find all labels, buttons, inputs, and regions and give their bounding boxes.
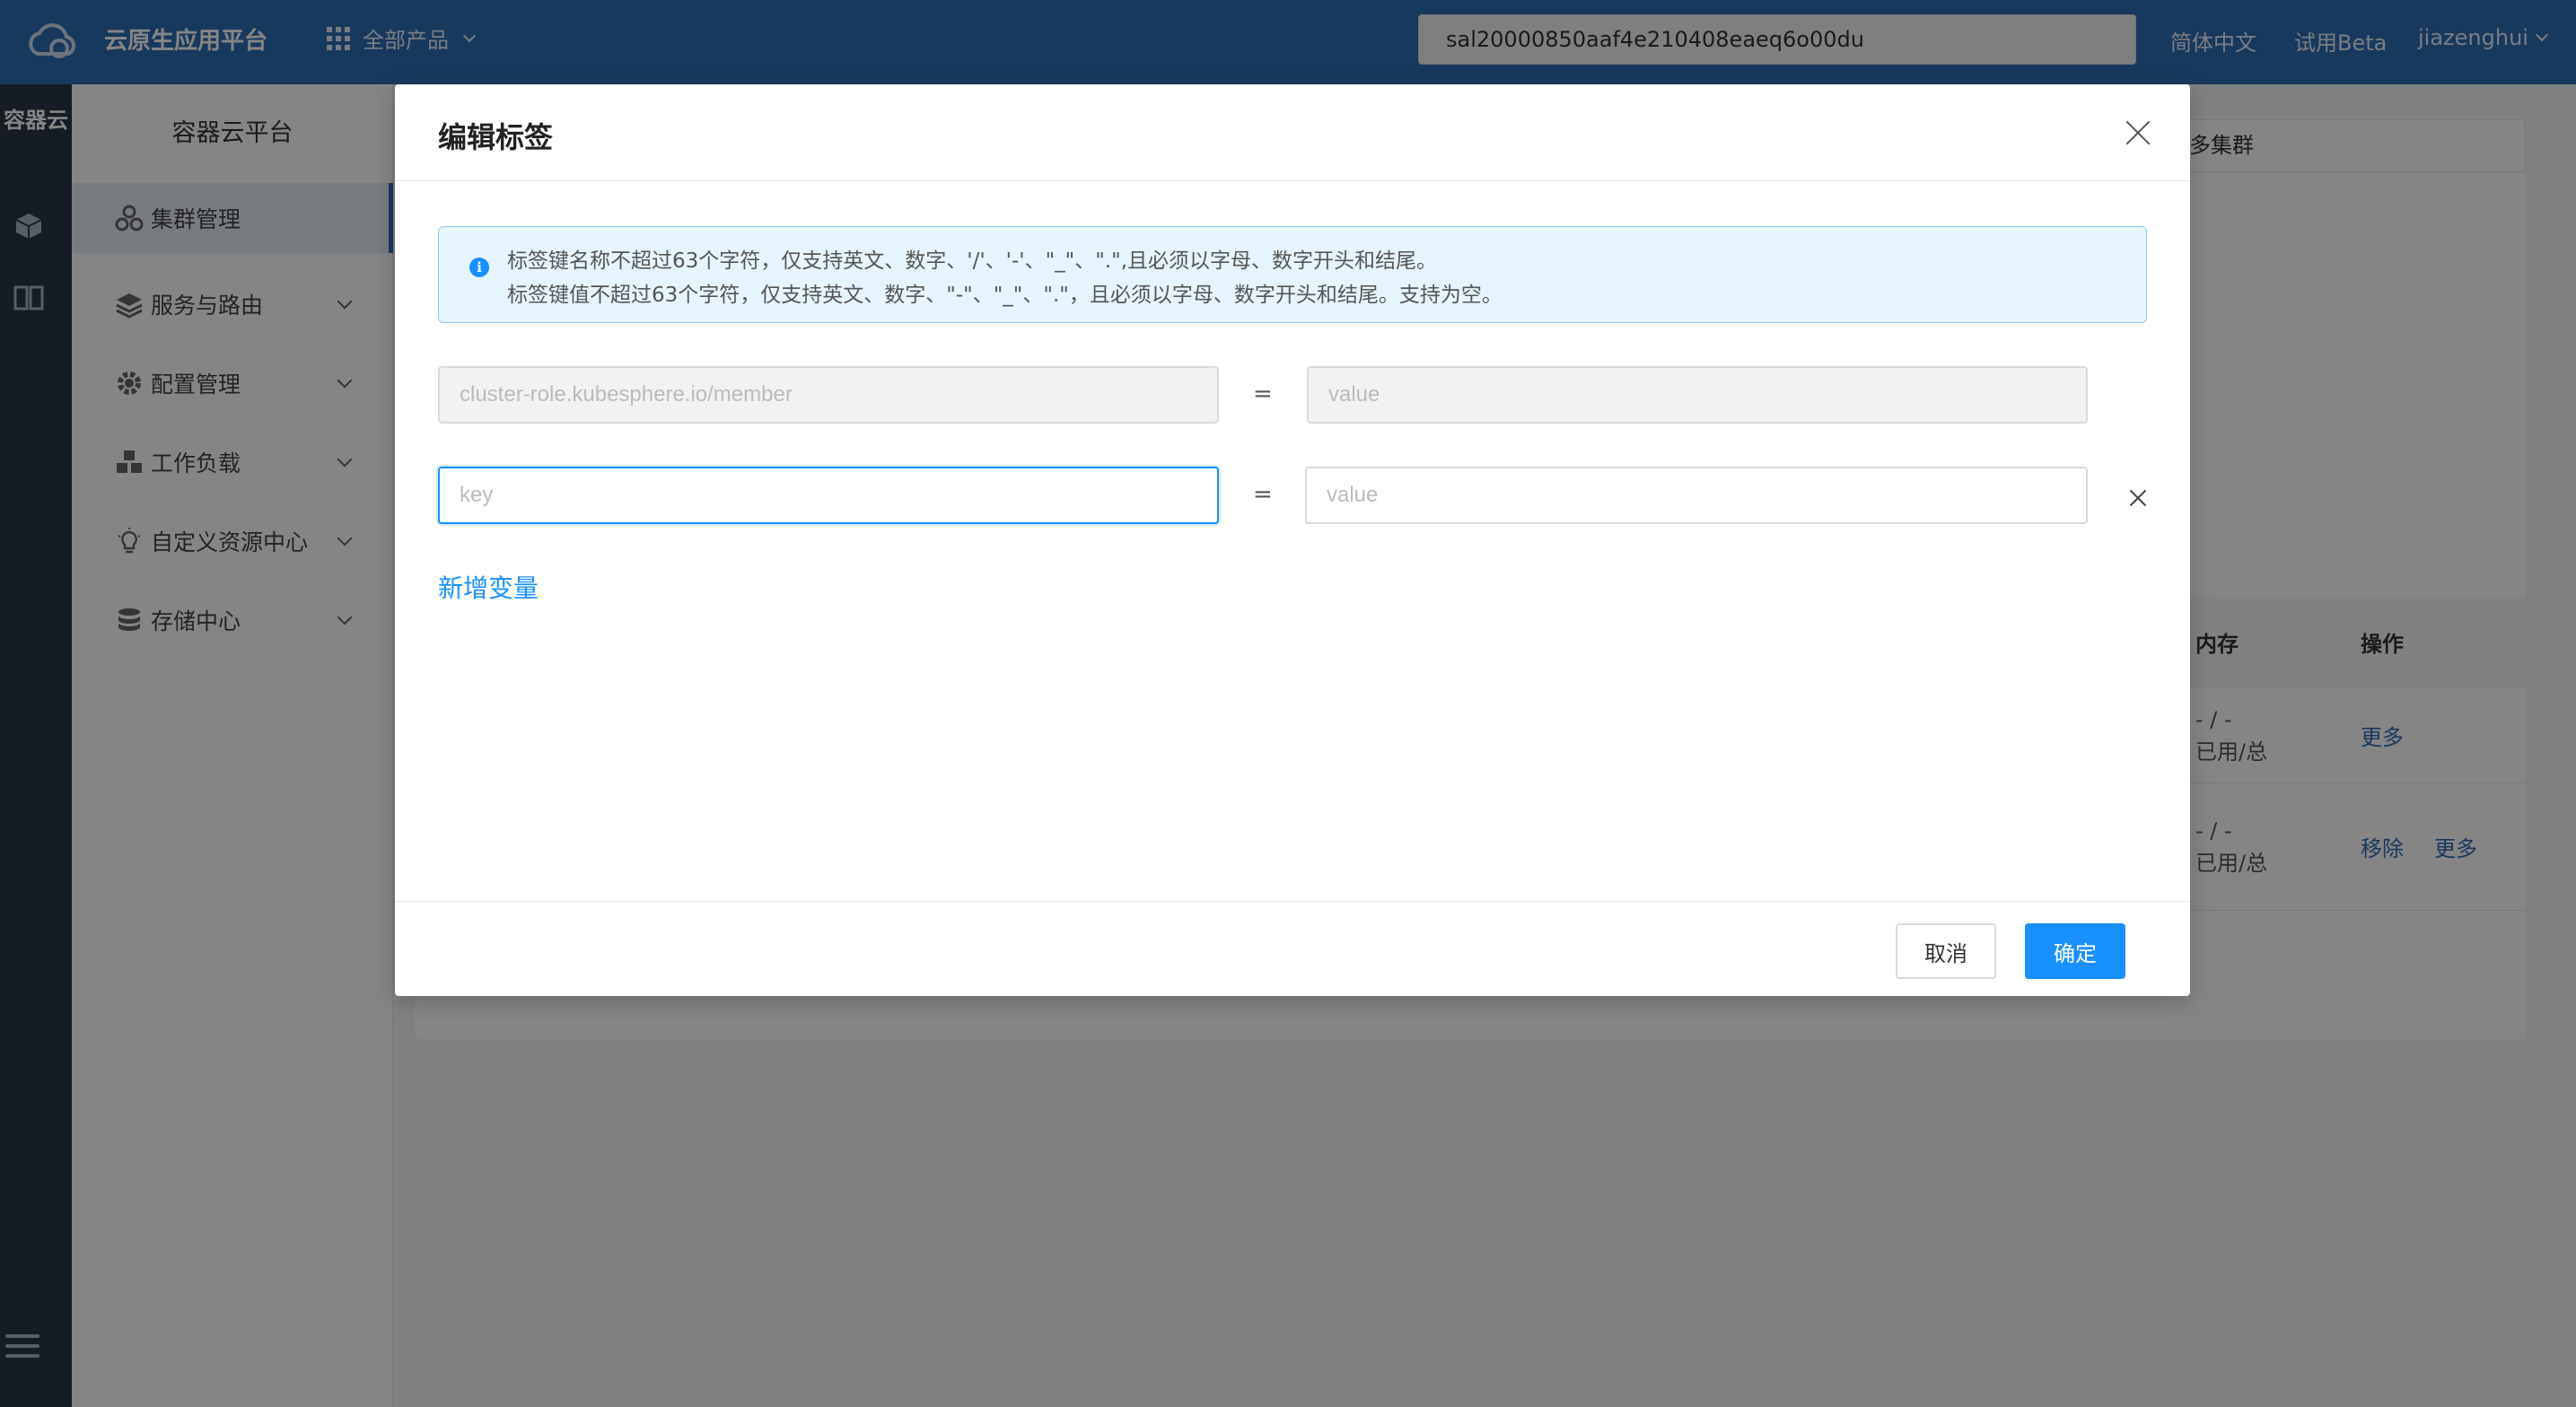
edit-labels-dialog: 编辑标签 i 标签键名称不超过63个字符，仅支持英文、数字、'/'、'-'、"_… [395,84,2190,996]
label-key-input-1 [438,366,1219,424]
close-icon[interactable] [2124,118,2152,147]
equals-sign: = [1253,481,1273,508]
delete-row-icon[interactable] [2127,487,2149,509]
dialog-footer: 取消 确定 [395,901,2190,996]
alert-key-rule: 标签键名称不超过63个字符，仅支持英文、数字、'/'、'-'、"_"、".",且… [507,249,1438,273]
equals-sign: = [1253,380,1273,407]
add-variable-link[interactable]: 新增变量 [438,569,539,605]
cancel-button[interactable]: 取消 [1896,923,1996,979]
label-value-input-2[interactable] [1305,467,2088,524]
alert-value-rule: 标签键值不超过63个字符，仅支持英文、数字、"-"、"_"、"."，且必须以字母… [507,284,1503,307]
label-value-input-1 [1307,366,2088,424]
dialog-title: 编辑标签 [438,120,554,154]
confirm-button[interactable]: 确定 [2025,923,2125,979]
info-alert: i 标签键名称不超过63个字符，仅支持英文、数字、'/'、'-'、"_"、"."… [438,226,2147,323]
label-key-input-2[interactable] [438,467,1219,524]
dialog-header: 编辑标签 [395,84,2190,181]
info-icon: i [469,258,489,277]
